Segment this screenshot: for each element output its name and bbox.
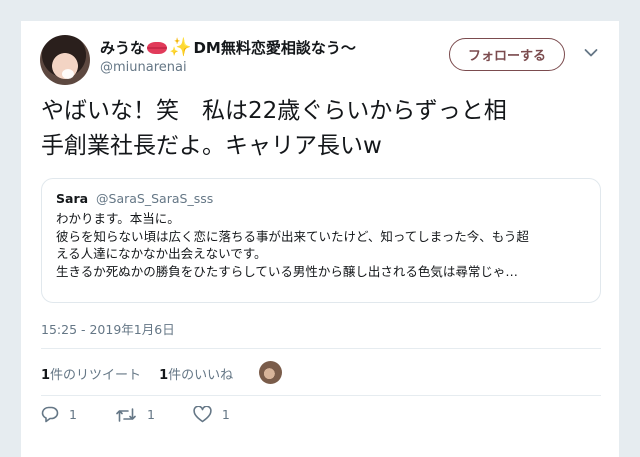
quoted-text-line: 生きるか死ぬかの勝負をひたすらしている男性から醸し出される色気は尋常じゃ… [56,263,518,279]
avatar[interactable] [40,35,90,85]
like-count: 1 [221,407,230,422]
quoted-text-line: わかります。本当に。 [56,211,180,226]
display-name[interactable]: みうな ✨ DM無料恋愛相談なう〜 [100,37,356,58]
quoted-text-line: える人達になかなか出会えないです。 [56,246,267,261]
lips-emoji-icon [147,41,168,54]
retweet-stat[interactable]: 1件のリツイート [41,364,141,383]
display-name-suffix: DM無料恋愛相談なう〜 [193,39,356,57]
tweet-text: やばいな！笑 私は22歳ぐらいからずっと相 手創業社長だよ。キャリア長いw [41,94,601,164]
display-name-prefix: みうな [100,39,146,57]
action-bar: 1 1 1 [41,406,268,423]
like-stat-label: 件のいいね [168,367,234,383]
tweet-text-line: 手創業社長だよ。キャリア長いw [41,133,382,159]
like-stat[interactable]: 1件のいいね [159,364,233,383]
avatar-photo-detail [62,69,74,79]
chevron-down-icon[interactable] [584,48,598,58]
engagement-stats: 1件のリツイート 1件のいいね [41,361,251,385]
quoted-tweet[interactable]: Sara @SaraS_SaraS_sss わかります。本当に。 彼らを知らない… [41,178,601,303]
retweet-icon [116,407,136,422]
tweet-text-line: やばいな！笑 私は22歳ぐらいからずっと相 [41,98,507,124]
follow-button[interactable]: フォローする [449,38,565,71]
retweet-stat-label: 件のリツイート [50,367,142,383]
retweet-count: 1 [146,407,155,422]
like-button[interactable]: 1 [193,406,230,423]
liker-avatar[interactable] [259,361,282,384]
user-handle[interactable]: @miunarenai [100,60,187,75]
reply-icon [41,406,59,423]
quoted-tweet-header: Sara @SaraS_SaraS_sss [56,191,586,206]
quoted-tweet-body: わかります。本当に。 彼らを知らない頃は広く恋に落ちる事が出来ていたけど、知って… [56,210,586,280]
quoted-text-line: 彼らを知らない頃は広く恋に落ちる事が出来ていたけど、知ってしまった今、もう超 [56,228,529,244]
like-stat-count: 1 [159,367,169,383]
retweet-stat-count: 1 [41,367,51,383]
like-icon [193,406,212,423]
divider [41,395,601,396]
sparkles-emoji-icon: ✨ [169,36,192,58]
quoted-user-name: Sara [56,191,89,206]
reply-button[interactable]: 1 [41,406,77,423]
timestamp[interactable]: 15:25 - 2019年1月6日 [41,319,175,338]
tweet-card: みうな ✨ DM無料恋愛相談なう〜 @miunarenai フォローする やばい… [20,20,620,457]
reply-count: 1 [69,407,77,422]
retweet-button[interactable]: 1 [115,407,155,423]
quoted-user-handle: @SaraS_SaraS_sss [96,191,214,206]
divider [41,348,601,349]
